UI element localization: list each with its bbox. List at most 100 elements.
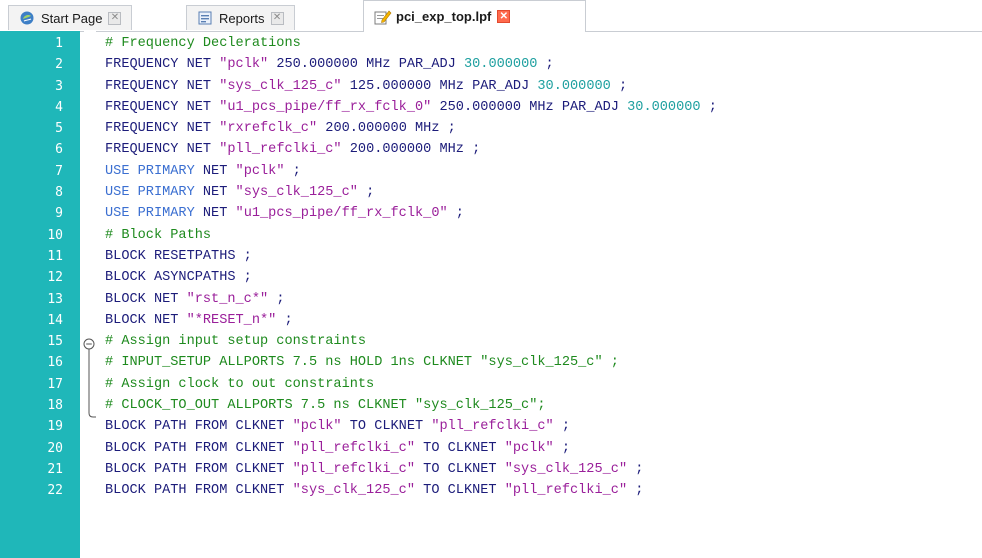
code-token: MHz PAR_ADJ <box>357 57 464 73</box>
code-token: FREQUENCY NET <box>105 78 220 94</box>
code-line[interactable]: BLOCK NET "*RESET_n*" ; <box>105 310 982 331</box>
code-token: MHz ; <box>431 142 481 158</box>
code-token: ; <box>284 163 301 179</box>
close-icon[interactable]: ✕ <box>108 11 122 25</box>
code-line[interactable]: # Assign clock to out constraints <box>105 374 982 395</box>
fold-column <box>83 31 96 558</box>
code-token: TO CLKNET <box>415 461 505 477</box>
code-line[interactable]: # Assign input setup constraints <box>105 331 982 352</box>
code-line[interactable]: FREQUENCY NET "rxrefclk_c" 200.000000 MH… <box>105 118 982 139</box>
line-number: 8 <box>55 185 63 201</box>
code-line[interactable]: USE PRIMARY NET "sys_clk_125_c" ; <box>105 182 982 203</box>
reports-icon <box>197 10 213 26</box>
line-number: 19 <box>47 419 63 435</box>
line-number: 17 <box>47 376 63 392</box>
code-token: 250.000000 <box>431 99 522 115</box>
fold-collapse-icon[interactable] <box>83 338 95 350</box>
tab-start-page[interactable]: Start Page ✕ <box>8 5 133 30</box>
line-number: 21 <box>47 461 63 477</box>
code-token: FREQUENCY NET <box>105 57 220 73</box>
code-token: # Frequency Declerations <box>105 36 301 51</box>
code-line[interactable]: BLOCK RESETPATHS ; <box>105 246 982 267</box>
code-token: NET <box>194 163 236 179</box>
code-token: FREQUENCY NET <box>105 121 220 137</box>
code-line[interactable]: # Block Paths <box>105 225 982 246</box>
code-line[interactable]: # Frequency Declerations <box>105 33 982 54</box>
code-token: # CLOCK_TO_OUT ALLPORTS 7.5 ns CLKNET "s… <box>105 398 546 414</box>
code-token: "pclk" <box>292 419 342 435</box>
code-line[interactable]: FREQUENCY NET "sys_clk_125_c" 125.000000… <box>105 76 982 97</box>
line-number: 2 <box>55 57 63 73</box>
code-line[interactable]: BLOCK PATH FROM CLKNET "pll_refclki_c" T… <box>105 459 982 480</box>
line-number: 4 <box>55 99 63 115</box>
code-token: USE PRIMARY <box>105 206 195 222</box>
code-token: MHz PAR_ADJ <box>521 99 628 115</box>
close-icon[interactable]: ✕ <box>270 11 284 25</box>
code-token: BLOCK NET <box>105 291 187 307</box>
code-token: 125.000000 <box>341 78 432 94</box>
close-icon[interactable]: ✕ <box>497 10 511 23</box>
line-number: 11 <box>47 248 63 264</box>
code-line[interactable]: FREQUENCY NET "pclk" 250.000000 MHz PAR_… <box>105 54 982 75</box>
code-token: ; <box>276 312 293 328</box>
line-number: 10 <box>47 227 63 243</box>
tab-pci-exp-top-lpf[interactable]: pci_exp_top.lpf ✕ <box>363 0 586 32</box>
code-token: BLOCK RESETPATHS ; <box>105 248 252 264</box>
code-line[interactable]: USE PRIMARY NET "pclk" ; <box>105 161 982 182</box>
code-token: "pclk" <box>235 163 285 179</box>
code-token: "pclk" <box>219 57 269 73</box>
code-token: 30.000000 <box>627 99 701 115</box>
code-token: "sys_clk_125_c" <box>504 461 628 477</box>
code-line[interactable]: # INPUT_SETUP ALLPORTS 7.5 ns HOLD 1ns C… <box>105 352 982 373</box>
code-token: ; <box>357 185 375 201</box>
code-editor[interactable]: # Frequency Declerations FREQUENCY NET "p… <box>105 33 982 502</box>
code-token: "rst_n_c*" <box>186 291 269 307</box>
code-token: FREQUENCY NET <box>105 142 220 158</box>
line-number: 5 <box>55 121 63 137</box>
code-token: "*RESET_n*" <box>186 312 277 328</box>
code-token: # Assign clock to out constraints <box>105 376 375 392</box>
code-line[interactable]: BLOCK ASYNCPATHS ; <box>105 267 982 288</box>
code-token: # Assign input setup constraints <box>105 334 367 350</box>
line-number: 15 <box>47 334 63 350</box>
tab-reports[interactable]: Reports ✕ <box>186 5 295 30</box>
code-token: "sys_clk_125_c" <box>292 483 415 499</box>
tab-label: Start Page <box>41 10 103 26</box>
code-token: ; <box>268 291 285 307</box>
code-token: ; <box>610 78 628 94</box>
line-number: 13 <box>47 291 63 307</box>
code-token: BLOCK ASYNCPATHS ; <box>105 270 252 286</box>
code-token: 30.000000 <box>463 57 538 73</box>
code-token: 200.000000 <box>341 142 432 158</box>
code-line[interactable]: BLOCK PATH FROM CLKNET "pclk" TO CLKNET … <box>105 416 982 437</box>
line-numbers: 1 2 3 4 5 6 7 8 9 10 11 12 13 14 15 16 17 18 19 20 21 22 <box>0 33 63 502</box>
code-token: 200.000000 <box>317 121 407 137</box>
code-token: ; <box>553 440 571 456</box>
code-line[interactable]: FREQUENCY NET "pll_refclki_c" 200.000000… <box>105 139 982 160</box>
code-line[interactable]: FREQUENCY NET "u1_pcs_pipe/ff_rx_fclk_0"… <box>105 97 982 118</box>
code-token: ; <box>627 461 644 477</box>
code-token: 250.000000 <box>268 57 358 73</box>
code-token: ; <box>700 99 717 115</box>
code-token: "rxrefclk_c" <box>219 121 318 137</box>
line-number: 18 <box>47 398 63 414</box>
code-line[interactable]: BLOCK NET "rst_n_c*" ; <box>105 289 982 310</box>
line-number: 6 <box>55 142 63 158</box>
edit-file-icon <box>374 9 392 25</box>
code-line[interactable]: BLOCK PATH FROM CLKNET "pll_refclki_c" T… <box>105 438 982 459</box>
line-number: 12 <box>47 270 63 286</box>
code-token: BLOCK PATH FROM CLKNET <box>105 461 293 477</box>
code-token: TO CLKNET <box>415 483 505 499</box>
line-number: 14 <box>47 312 63 328</box>
code-token: "sys_clk_125_c" <box>235 185 358 201</box>
code-token: "u1_pcs_pipe/ff_rx_fclk_0" <box>219 99 432 115</box>
code-token: "pll_refclki_c" <box>431 419 554 435</box>
code-token: TO CLKNET <box>341 419 432 435</box>
code-line[interactable]: BLOCK PATH FROM CLKNET "sys_clk_125_c" T… <box>105 480 982 501</box>
code-line[interactable]: USE PRIMARY NET "u1_pcs_pipe/ff_rx_fclk_… <box>105 203 982 224</box>
code-token: NET <box>194 185 236 201</box>
code-token: 30.000000 <box>537 78 611 94</box>
line-number: 1 <box>55 36 63 51</box>
code-line[interactable]: # CLOCK_TO_OUT ALLPORTS 7.5 ns CLKNET "s… <box>105 395 982 416</box>
line-number: 9 <box>55 206 63 222</box>
